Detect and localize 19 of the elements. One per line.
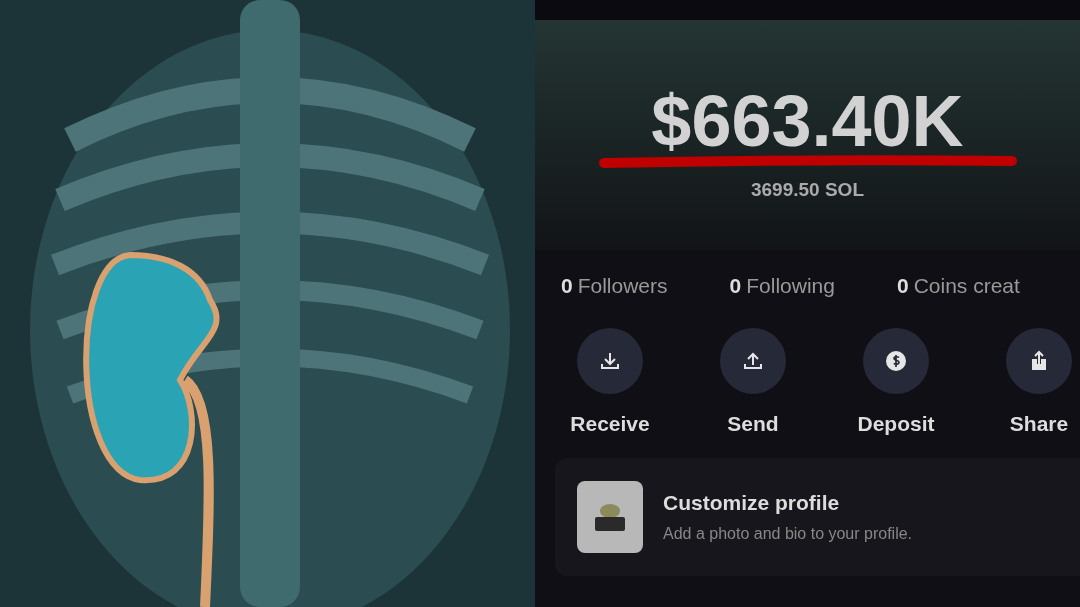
stat-label[interactable]: Following bbox=[746, 274, 835, 298]
upload-icon bbox=[742, 350, 764, 372]
action-label: Deposit bbox=[857, 412, 935, 436]
dollar-icon bbox=[885, 350, 907, 372]
action-label: Share bbox=[1009, 412, 1069, 436]
tray-icon bbox=[577, 481, 643, 553]
download-icon bbox=[599, 350, 621, 372]
stat-count: 0 bbox=[561, 274, 573, 298]
stat-label[interactable]: Followers bbox=[577, 274, 668, 298]
stat-count: 0 bbox=[729, 274, 742, 298]
stat-count: 0 bbox=[896, 274, 909, 298]
balance-amount: $663.40K bbox=[651, 85, 964, 157]
stat-label[interactable]: Coins creat bbox=[913, 274, 1020, 298]
card-title: Customize profile bbox=[663, 491, 841, 515]
card-subtitle: Add a photo and bio to your profile. bbox=[663, 525, 913, 543]
sol-balance: 3699.50 SOL bbox=[751, 179, 864, 201]
action-label: Receive bbox=[570, 412, 650, 436]
action-label: Send bbox=[727, 412, 779, 436]
profile-card[interactable]: Customize profile Add a photo and bio to your profile. bbox=[555, 458, 1080, 576]
